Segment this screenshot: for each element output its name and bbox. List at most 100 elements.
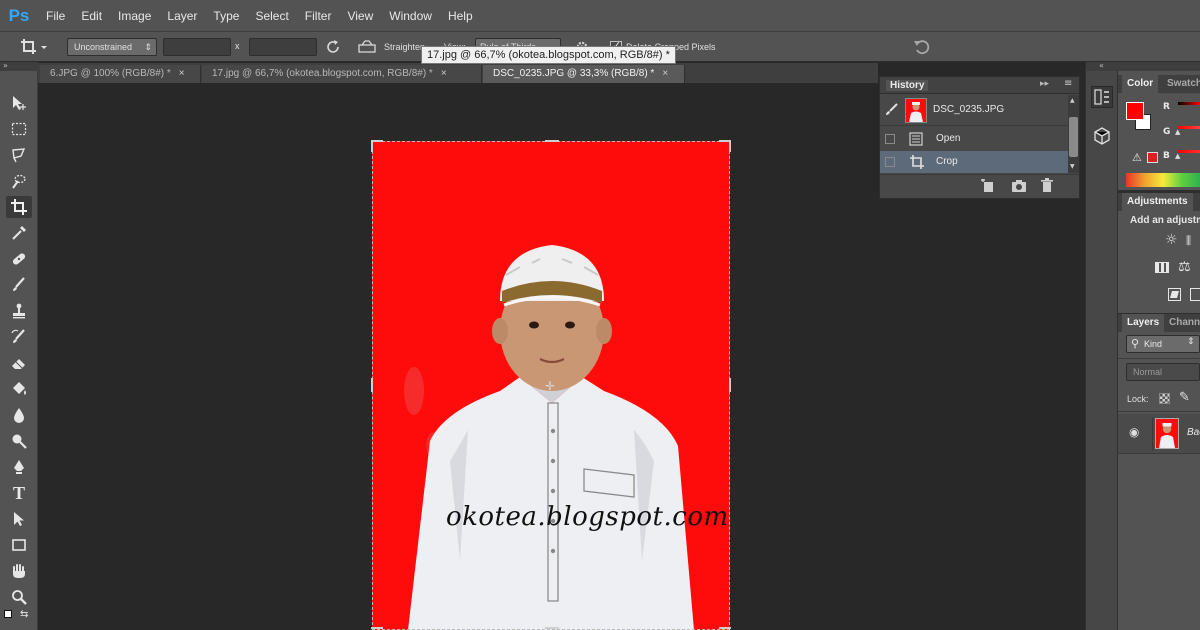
levels-icon[interactable]: ⫼ [1186,234,1191,248]
crop-tool-preset-icon[interactable] [20,37,48,60]
trash-icon[interactable] [1040,178,1054,196]
quick-selection-tool-icon[interactable] [6,170,32,192]
crop-handle-left[interactable] [371,378,373,392]
crop-tool-icon[interactable] [6,196,32,218]
hand-tool-icon[interactable] [6,560,32,582]
type-tool-icon[interactable]: T [6,482,32,504]
panel-menu-icon[interactable]: ≡ [1064,78,1072,89]
tab-17-jpg[interactable]: 17.jpg @ 66,7% (okotea.blogspot.com, RGB… [202,65,482,83]
scroll-up-icon[interactable]: ▲ [1070,97,1075,104]
crop-handle-bottom[interactable] [545,627,559,629]
blur-tool-icon[interactable] [6,404,32,426]
foreground-color-swatch[interactable] [1126,102,1144,120]
height-input[interactable] [249,38,317,56]
tab-color[interactable]: Color [1122,75,1159,93]
tab-swatches[interactable]: Swatches [1162,75,1200,93]
collapse-toolbar-icon[interactable]: » [0,62,38,71]
crop-preset-select[interactable]: Unconstrained ⇕ [67,38,157,56]
close-icon[interactable]: × [441,68,447,79]
history-snapshot[interactable]: DSC_0235.JPG [880,95,1068,126]
width-input[interactable] [163,38,231,56]
photo-filter-icon[interactable] [1168,288,1181,301]
camera-icon[interactable] [1011,179,1027,196]
color-ramp[interactable] [1126,173,1200,187]
crop-handle-top-left-v[interactable] [371,140,373,152]
menu-window[interactable]: Window [381,9,440,23]
clone-stamp-tool-icon[interactable] [6,300,32,322]
menu-layer[interactable]: Layer [159,9,205,23]
pen-tool-icon[interactable] [6,456,32,478]
path-selection-tool-icon[interactable] [6,508,32,530]
menu-type[interactable]: Type [205,9,247,23]
default-colors-icon[interactable] [4,610,12,618]
crop-handle-bottom-right[interactable] [719,627,731,629]
history-item-crop[interactable]: Crop [880,151,1068,173]
gamut-color-chip[interactable] [1147,152,1158,163]
paint-bucket-tool-icon[interactable] [6,378,32,400]
new-document-from-state-icon[interactable] [980,178,996,196]
tab-dsc-0235[interactable]: DSC_0235.JPG @ 33,3% (RGB/8) * × [483,65,685,83]
menu-image[interactable]: Image [110,9,159,23]
collapse-panel-icon[interactable]: ▸▸ [1040,79,1049,89]
history-state-checkbox[interactable] [885,134,895,144]
history-tab[interactable]: History [886,80,929,91]
menu-view[interactable]: View [339,9,381,23]
straighten-label[interactable]: Straighten [384,42,425,52]
layer-row-background[interactable]: ◉ Background [1118,414,1200,454]
tab-6-jpg[interactable]: 6.JPG @ 100% (RGB/8#) * × [40,65,201,83]
3d-panel-icon[interactable] [1092,126,1112,149]
out-of-gamut-warning-icon[interactable]: ⚠ [1132,151,1142,164]
history-state-checkbox[interactable] [885,157,895,167]
marquee-tool-icon[interactable] [6,118,32,140]
zoom-tool-icon[interactable] [6,586,32,608]
straighten-icon[interactable] [357,40,377,57]
history-scrollbar[interactable]: ▲ ▼ [1068,95,1079,173]
crop-handle-right[interactable] [729,378,731,392]
close-icon[interactable]: × [179,68,185,79]
layer-filter-kind-select[interactable]: ⚲ Kind ⇕ [1126,335,1200,353]
swap-dimensions-icon[interactable] [325,39,341,58]
dodge-tool-icon[interactable] [6,430,32,452]
lock-transparency-icon[interactable] [1159,393,1170,404]
channel-mixer-icon[interactable] [1155,262,1169,273]
crop-handle-top-right-v[interactable] [729,140,731,152]
scroll-down-icon[interactable]: ▼ [1070,163,1075,170]
menu-filter[interactable]: Filter [297,9,340,23]
brush-tool-icon[interactable] [6,274,32,296]
crop-bounding-box[interactable]: ✛ [371,140,731,630]
eyedropper-tool-icon[interactable] [6,222,32,244]
rectangle-tool-icon[interactable] [6,534,32,556]
slider-b-thumb-icon[interactable]: ▲ [1175,152,1180,160]
menu-file[interactable]: File [38,9,73,23]
slider-g[interactable] [1178,126,1200,129]
gradient-map-icon[interactable] [1190,288,1200,301]
slider-g-thumb-icon[interactable]: ▲ [1175,128,1180,136]
menu-select[interactable]: Select [247,9,296,23]
tab-channels[interactable]: Channels [1164,314,1200,332]
slider-b[interactable] [1178,150,1200,153]
crop-handle-top[interactable] [545,140,559,142]
eye-visibility-icon[interactable]: ◉ [1129,425,1139,439]
slider-r[interactable] [1178,102,1200,105]
history-item-open[interactable]: Open [880,128,1068,150]
healing-brush-tool-icon[interactable] [6,248,32,270]
color-balance-icon[interactable]: ⚖ [1178,259,1191,275]
menu-edit[interactable]: Edit [73,9,110,23]
lock-image-brush-icon[interactable]: ✎ [1179,390,1190,405]
crop-handle-bottom-left[interactable] [371,627,383,629]
scrollbar-thumb[interactable] [1069,117,1078,157]
eraser-tool-icon[interactable] [6,352,32,374]
blend-mode-select[interactable]: Normal [1126,363,1200,381]
layer-name[interactable]: Background [1187,427,1200,438]
history-panel-icon[interactable] [1091,86,1113,108]
brightness-contrast-icon[interactable]: ☼ [1165,232,1178,248]
expand-dock-icon[interactable]: « [1086,62,1119,71]
swap-colors-icon[interactable]: ⇆ [20,609,28,620]
tab-layers[interactable]: Layers [1122,314,1165,332]
history-brush-tool-icon[interactable] [6,326,32,348]
menu-help[interactable]: Help [440,9,481,23]
lasso-tool-icon[interactable] [6,144,32,166]
move-tool-icon[interactable] [6,92,32,114]
close-icon[interactable]: × [662,68,668,79]
tab-adjustments[interactable]: Adjustments [1122,193,1193,211]
